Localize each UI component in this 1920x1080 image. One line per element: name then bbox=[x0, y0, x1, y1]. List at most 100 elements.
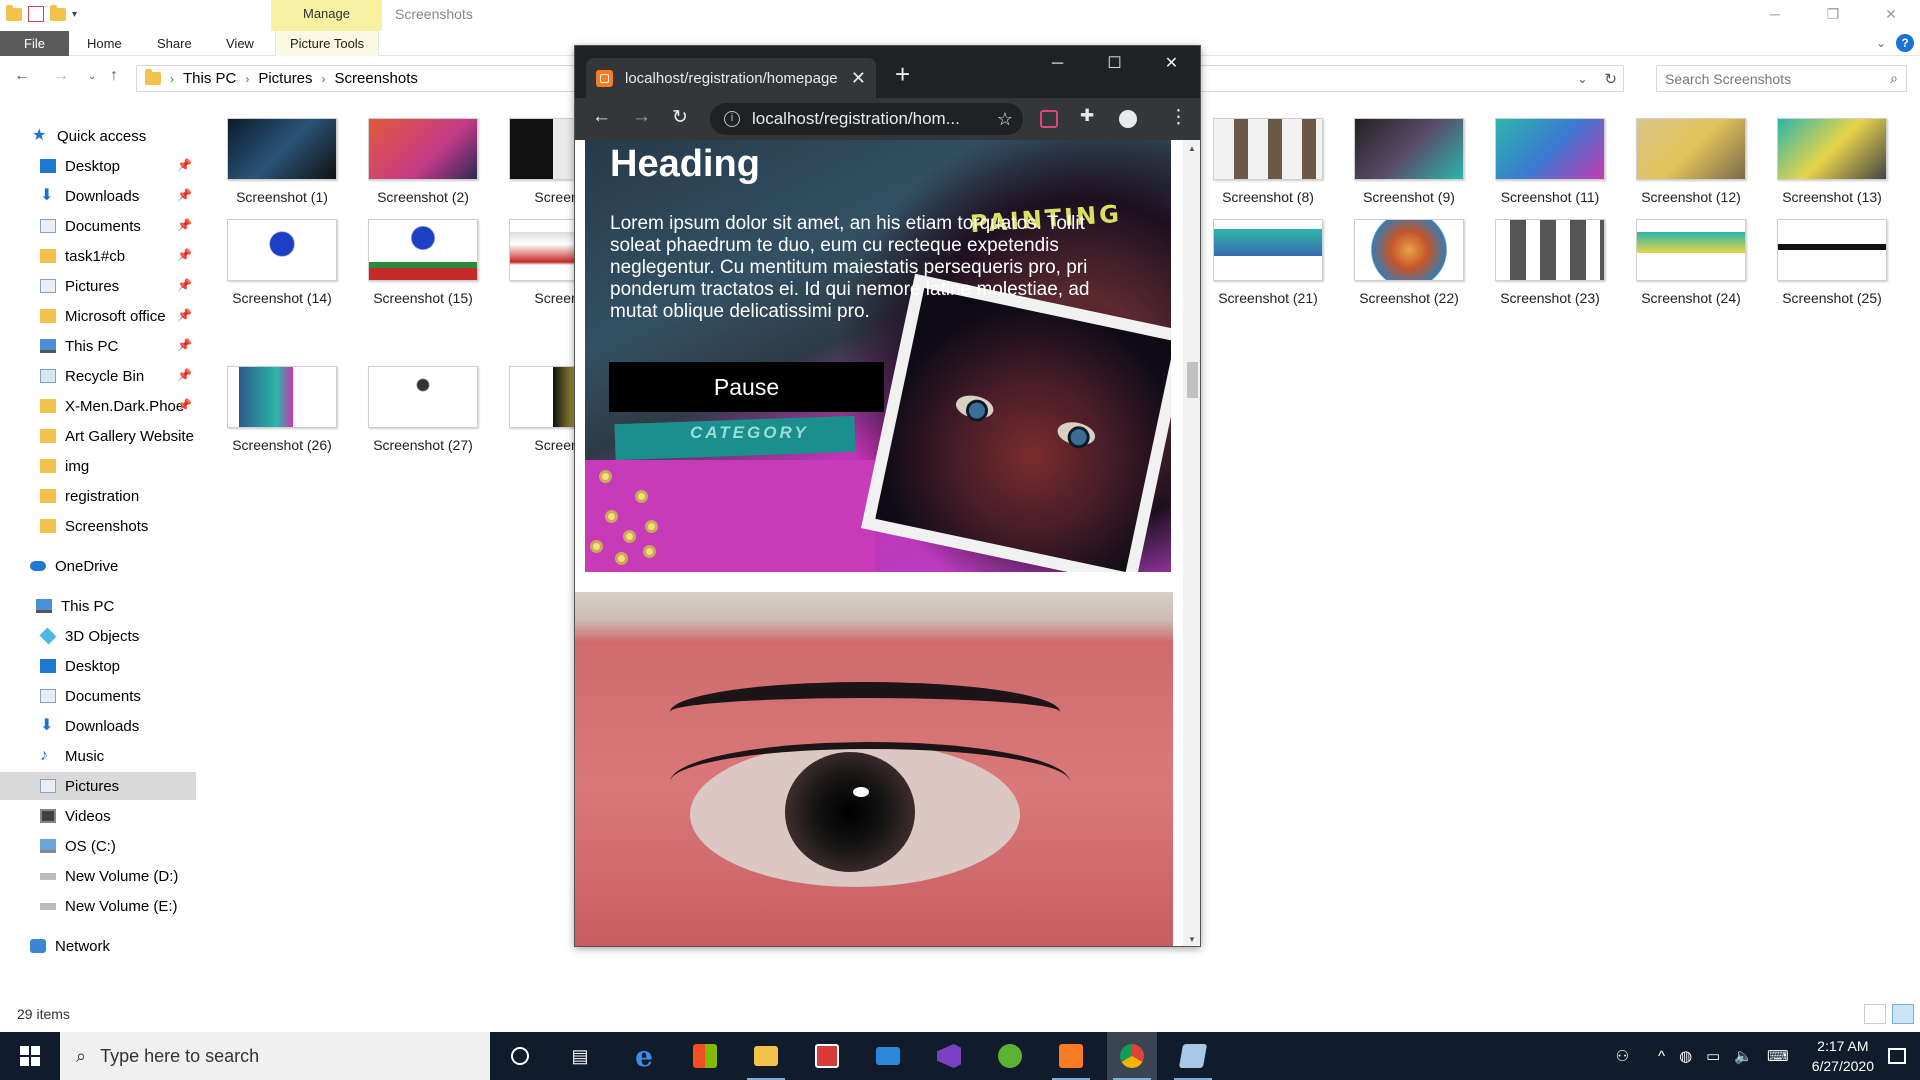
nav-music[interactable]: ♪ Music bbox=[0, 742, 196, 770]
nav-this-pc-quick[interactable]: This PC 📌 bbox=[0, 332, 196, 360]
clock[interactable]: 2:17 AM 6/27/2020 bbox=[1812, 1036, 1874, 1076]
nav-volume-e[interactable]: New Volume (E:) bbox=[0, 892, 196, 920]
notification-center-icon[interactable] bbox=[1888, 1048, 1906, 1064]
reload-icon[interactable]: ↻ bbox=[672, 106, 688, 129]
file-item[interactable]: Screenshot (26) bbox=[212, 366, 352, 453]
nav-3d-objects[interactable]: 3D Objects bbox=[0, 622, 196, 650]
forward-arrow-icon[interactable]: → bbox=[53, 67, 69, 85]
language-globe-icon[interactable]: ◍ bbox=[1679, 1047, 1692, 1065]
nav-documents[interactable]: Documents 📌 bbox=[0, 212, 196, 240]
file-item[interactable]: Screenshot (14) bbox=[212, 219, 352, 306]
details-view-icon[interactable] bbox=[1864, 1004, 1886, 1024]
volume-icon[interactable]: 🔈 bbox=[1734, 1047, 1753, 1065]
taskbar-chrome[interactable] bbox=[1107, 1032, 1157, 1080]
chrome-minimize-button[interactable]: ─ bbox=[1029, 46, 1086, 82]
nav-registration[interactable]: registration bbox=[0, 482, 196, 510]
start-button[interactable] bbox=[0, 1032, 60, 1080]
show-hidden-icons-chevron-icon[interactable]: ^ bbox=[1658, 1048, 1665, 1065]
new-folder-icon[interactable] bbox=[50, 4, 66, 21]
battery-icon[interactable]: ▭ bbox=[1706, 1047, 1720, 1065]
file-item[interactable]: Screenshot (1) bbox=[212, 118, 352, 205]
close-button[interactable]: ✕ bbox=[1862, 0, 1920, 28]
scroll-down-arrow-icon[interactable]: ▼ bbox=[1188, 935, 1196, 944]
file-item[interactable]: Screenshot (15) bbox=[353, 219, 493, 306]
nav-img[interactable]: img bbox=[0, 452, 196, 480]
page-scrollbar[interactable]: ▲ ▼ bbox=[1183, 140, 1200, 946]
nav-onedrive[interactable]: OneDrive bbox=[0, 552, 196, 580]
chrome-maximize-button[interactable]: ☐ bbox=[1086, 46, 1143, 82]
file-item[interactable]: Screenshot (13) bbox=[1762, 118, 1902, 205]
search-input[interactable]: Search Screenshots ⌕ bbox=[1656, 65, 1907, 92]
nav-xmen[interactable]: X-Men.Dark.Phoe 📌 bbox=[0, 392, 196, 420]
breadcrumb-screenshots[interactable]: Screenshots bbox=[335, 70, 418, 87]
close-tab-icon[interactable]: ✕ bbox=[851, 68, 866, 89]
tab-manage[interactable]: Manage bbox=[271, 0, 382, 31]
nav-microsoft-office[interactable]: Microsoft office 📌 bbox=[0, 302, 196, 330]
taskbar-edge[interactable]: e bbox=[619, 1032, 669, 1080]
task-view-button[interactable]: ▤ bbox=[555, 1032, 605, 1080]
file-item[interactable]: Screenshot (8) bbox=[1198, 118, 1338, 205]
nav-task1cb[interactable]: task1#cb 📌 bbox=[0, 242, 196, 270]
taskbar-utorrent[interactable] bbox=[985, 1032, 1035, 1080]
file-item[interactable]: Screenshot (12) bbox=[1621, 118, 1761, 205]
keyboard-icon[interactable]: ⌨ bbox=[1767, 1047, 1789, 1065]
taskbar-xampp[interactable] bbox=[1046, 1032, 1096, 1080]
nav-recycle-bin[interactable]: Recycle Bin 📌 bbox=[0, 362, 196, 390]
file-item[interactable]: Screenshot (25) bbox=[1762, 219, 1902, 306]
nav-this-pc[interactable]: This PC bbox=[0, 592, 196, 620]
large-icons-view-icon[interactable] bbox=[1892, 1004, 1914, 1024]
file-item[interactable]: Screenshot (2) bbox=[353, 118, 493, 205]
nav-screenshots[interactable]: Screenshots bbox=[0, 512, 196, 540]
scroll-thumb[interactable] bbox=[1187, 362, 1198, 398]
extensions-puzzle-icon[interactable]: ✚ bbox=[1080, 106, 1094, 126]
file-item[interactable]: Screenshot (27) bbox=[353, 366, 493, 453]
address-bar[interactable]: i localhost/registration/hom... ☆ bbox=[710, 103, 1023, 135]
chrome-close-button[interactable]: ✕ bbox=[1143, 46, 1200, 82]
minimize-button[interactable]: ─ bbox=[1746, 0, 1804, 28]
taskbar-search-box[interactable]: ⌕ Type here to search bbox=[60, 1032, 490, 1080]
people-icon[interactable]: ⚇ bbox=[1616, 1047, 1629, 1065]
refresh-icon[interactable]: ↻ bbox=[1604, 70, 1617, 88]
restore-button[interactable]: ❐ bbox=[1804, 0, 1862, 28]
breadcrumb-pictures[interactable]: Pictures bbox=[258, 70, 312, 87]
back-arrow-icon[interactable]: ← bbox=[592, 106, 611, 128]
file-item[interactable]: Screenshot (9) bbox=[1339, 118, 1479, 205]
file-item[interactable]: Screenshot (22) bbox=[1339, 219, 1479, 306]
nav-pc-desktop[interactable]: Desktop bbox=[0, 652, 196, 680]
nav-desktop[interactable]: Desktop 📌 bbox=[0, 152, 196, 180]
forward-arrow-icon[interactable]: → bbox=[632, 106, 651, 128]
file-item[interactable]: Screenshot (11) bbox=[1480, 118, 1620, 205]
tab-share[interactable]: Share bbox=[157, 31, 192, 56]
scroll-up-arrow-icon[interactable]: ▲ bbox=[1188, 144, 1196, 153]
tab-home[interactable]: Home bbox=[87, 31, 122, 56]
nav-pictures-quick[interactable]: Pictures 📌 bbox=[0, 272, 196, 300]
nav-downloads[interactable]: ⬇ Downloads 📌 bbox=[0, 182, 196, 210]
nav-art-gallery-website[interactable]: Art Gallery Website bbox=[0, 422, 196, 450]
recent-locations-icon[interactable]: ⌄ bbox=[88, 71, 96, 82]
taskbar-visual-studio[interactable] bbox=[924, 1032, 974, 1080]
tab-file[interactable]: File bbox=[0, 31, 69, 56]
taskbar-photos[interactable] bbox=[1168, 1032, 1218, 1080]
breadcrumb-this-pc[interactable]: This PC bbox=[183, 70, 236, 87]
nav-network[interactable]: Network bbox=[0, 932, 196, 960]
menu-kebab-icon[interactable]: ⋮ bbox=[1169, 106, 1188, 129]
pause-button[interactable]: Pause bbox=[609, 362, 884, 412]
nav-pc-documents[interactable]: Documents bbox=[0, 682, 196, 710]
info-icon[interactable]: i bbox=[724, 111, 740, 127]
nav-pc-pictures[interactable]: Pictures bbox=[0, 772, 196, 800]
tab-picture-tools[interactable]: Picture Tools bbox=[275, 31, 380, 56]
new-tab-button[interactable]: + bbox=[895, 61, 910, 87]
nav-volume-d[interactable]: New Volume (D:) bbox=[0, 862, 196, 890]
browser-tab[interactable]: localhost/registration/homepage ✕ bbox=[586, 58, 876, 98]
nav-os-c[interactable]: OS (C:) bbox=[0, 832, 196, 860]
up-arrow-icon[interactable]: ↑ bbox=[110, 67, 118, 85]
file-item[interactable]: Screenshot (24) bbox=[1621, 219, 1761, 306]
taskbar-mail[interactable] bbox=[863, 1032, 913, 1080]
file-item[interactable]: Screenshot (21) bbox=[1198, 219, 1338, 306]
taskbar-file-explorer[interactable] bbox=[741, 1032, 791, 1080]
taskbar-gift-app[interactable] bbox=[802, 1032, 852, 1080]
properties-icon[interactable] bbox=[28, 6, 44, 22]
nav-pc-downloads[interactable]: ⬇ Downloads bbox=[0, 712, 196, 740]
back-arrow-icon[interactable]: ← bbox=[14, 67, 30, 85]
taskbar-store[interactable] bbox=[680, 1032, 730, 1080]
